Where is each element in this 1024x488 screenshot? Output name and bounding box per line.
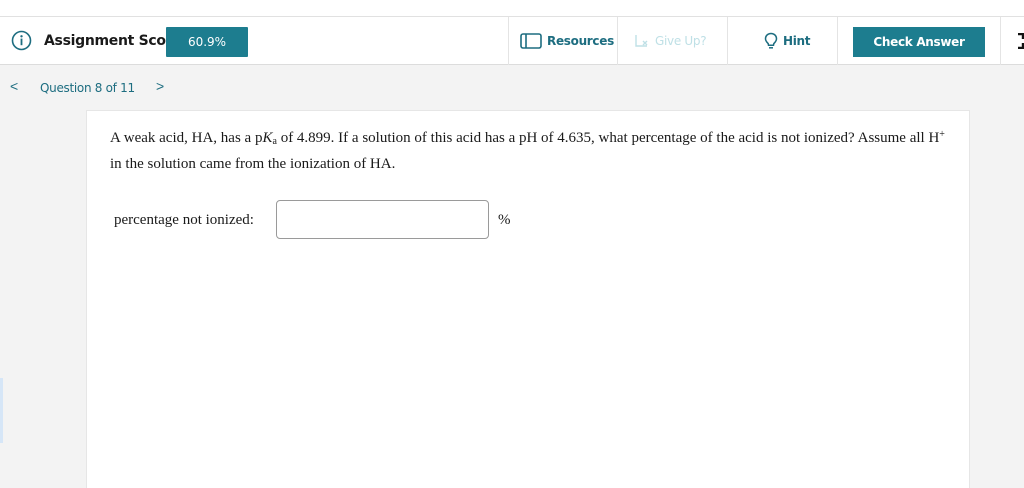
question-navigation: < Question 8 of 11 >: [0, 66, 1024, 110]
expand-icon[interactable]: [1014, 32, 1024, 50]
question-card: A weak acid, HA, has a pKa of 4.899. If …: [86, 110, 970, 488]
sidebar-accent: [0, 378, 3, 443]
info-circle-icon[interactable]: [11, 30, 32, 51]
give-up-button[interactable]: Give Up?: [617, 17, 727, 65]
check-answer-button[interactable]: Check Answer: [853, 27, 985, 57]
assignment-toolbar: Assignment Score: 60.9% Resources Give U…: [0, 16, 1024, 65]
question-text: A weak acid, HA, has a pKa of 4.899. If …: [110, 129, 945, 172]
toolbar-divider: [1000, 17, 1001, 65]
answer-input[interactable]: [276, 200, 489, 239]
chevron-left-icon[interactable]: <: [10, 78, 18, 94]
give-up-icon: [635, 35, 648, 47]
hint-label: Hint: [783, 34, 811, 48]
resources-label: Resources: [547, 34, 614, 48]
give-up-label: Give Up?: [655, 34, 707, 48]
resources-button[interactable]: Resources: [508, 17, 617, 65]
lightbulb-icon: [764, 32, 778, 49]
answer-label: percentage not ionized:: [114, 212, 254, 228]
question-counter[interactable]: Question 8 of 11: [40, 81, 135, 95]
answer-unit: %: [498, 212, 511, 228]
book-icon: [520, 33, 542, 49]
hint-button[interactable]: Hint: [727, 17, 838, 65]
assignment-score-badge: 60.9%: [166, 27, 248, 57]
chevron-right-icon[interactable]: >: [156, 78, 164, 94]
top-strip: [0, 0, 1024, 16]
